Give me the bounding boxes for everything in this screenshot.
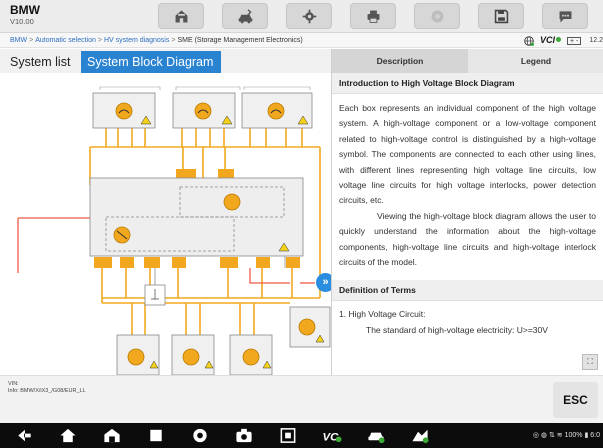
- component-box-bottom-1: [116, 334, 160, 375]
- vci-connection-label: VCI: [540, 33, 561, 48]
- app-title: BMW: [10, 3, 40, 17]
- home-nav-icon[interactable]: [58, 426, 78, 445]
- camera-icon[interactable]: [234, 426, 254, 445]
- settings-gear-icon: [302, 9, 316, 23]
- message-icon: [559, 10, 571, 22]
- breadcrumb-item-make[interactable]: BMW: [10, 37, 27, 44]
- vehicle-info-bar: VIN: Info: BMW/X/iX3_/G08/EUR_LL ESC: [0, 375, 603, 423]
- tab-system-block-diagram[interactable]: System Block Diagram: [81, 51, 221, 73]
- network-globe-icon: [524, 35, 534, 46]
- tab-description[interactable]: Description: [332, 49, 468, 73]
- browser-icon[interactable]: [190, 426, 210, 445]
- vci-manager-icon[interactable]: VC: [322, 426, 342, 445]
- top-toolbar: BMW V10.00: [0, 0, 603, 33]
- save-icon: [494, 9, 508, 23]
- term-1-text: The standard of high-voltage electricity…: [366, 324, 548, 335]
- terms-body: 1. High Voltage Circuit: The standard of…: [332, 301, 603, 338]
- intro-paragraph-1: Each box represents an individual compon…: [339, 103, 596, 206]
- breadcrumb-current: SME (Storage Management Electronics): [177, 37, 303, 44]
- vehicle-menu-icon: [238, 8, 252, 23]
- block-diagram-canvas: [17, 86, 331, 375]
- intro-paragraph-2: Viewing the high-voltage block diagram a…: [339, 210, 596, 268]
- breadcrumb: BMW > Automatic selection > HV system diagno…: [10, 33, 303, 48]
- fullscreen-icon[interactable]: ⛶: [582, 354, 598, 370]
- description-panel: Introduction to High Voltage Block Diagr…: [331, 73, 603, 375]
- expand-panel-button[interactable]: »: [316, 273, 331, 292]
- system-status-tray: ◎ ◍ ⇅ ≋ 100% ▮ 6:0: [532, 432, 600, 439]
- breadcrumb-separator: >: [29, 37, 34, 44]
- print-icon: [367, 10, 379, 23]
- vci-status-icon: [431, 10, 443, 22]
- component-ground-fuse: [144, 284, 166, 306]
- vehicle-info: VIN: Info: BMW/X/iX3_/G08/EUR_LL: [8, 381, 86, 395]
- esc-button[interactable]: ESC: [553, 382, 598, 418]
- connection-status: VCI + - 12.2: [524, 33, 603, 48]
- intro-body: Each box represents an individual compon…: [332, 94, 603, 270]
- component-box-top-2: [172, 92, 236, 129]
- android-nav-bar: VC ◎ ◍ ⇅ ≋ 100% ▮ 6:0: [0, 423, 603, 448]
- breadcrumb-item-selection[interactable]: Automatic selection: [35, 37, 96, 44]
- vehicle-menu-button[interactable]: [222, 3, 268, 29]
- vci-label: VCI: [539, 35, 555, 45]
- screen-capture-icon[interactable]: [278, 426, 298, 445]
- vehicle-battery-icon: + -: [567, 36, 582, 45]
- breadcrumb-separator: >: [171, 37, 176, 44]
- component-box-bottom-3: [229, 334, 273, 375]
- hv-block-diagram[interactable]: »: [0, 73, 331, 375]
- info-panel-tabs: Description Legend: [331, 49, 603, 73]
- component-box-bottom-2: [171, 334, 215, 375]
- tab-legend[interactable]: Legend: [468, 49, 603, 73]
- recent-apps-icon[interactable]: [146, 426, 166, 445]
- vehicle-connect-icon[interactable]: [366, 426, 386, 445]
- vehicle-info-text: Info: BMW/X/iX3_/G08/EUR_LL: [8, 388, 86, 394]
- terms-heading: Definition of Terms: [332, 280, 603, 302]
- battery-voltage: 12.2: [589, 37, 603, 44]
- breadcrumb-separator: >: [97, 37, 102, 44]
- tray-icons: ◎ ◍ ⇅ ≋: [532, 432, 565, 439]
- intro-heading: Introduction to High Voltage Block Diagr…: [332, 73, 603, 94]
- app-brand: BMW V10.00: [10, 4, 40, 26]
- print-button[interactable]: [350, 3, 396, 29]
- message-button[interactable]: [542, 3, 588, 29]
- home-button[interactable]: [158, 3, 204, 29]
- svg-text:VC: VC: [323, 431, 340, 443]
- settings-button[interactable]: [286, 3, 332, 29]
- back-arrow-icon[interactable]: [14, 426, 34, 445]
- tab-system-list[interactable]: System list: [4, 51, 76, 73]
- remote-support-icon[interactable]: [410, 426, 430, 445]
- save-button[interactable]: [478, 3, 524, 29]
- home-icon: [175, 10, 187, 22]
- breadcrumb-bar: BMW > Automatic selection > HV system diagno…: [0, 33, 603, 48]
- tray-battery: 100%: [564, 432, 583, 439]
- vci-status-button[interactable]: [414, 3, 460, 29]
- term-1-title: 1. High Voltage Circuit:: [339, 309, 426, 320]
- vci-connected-dot: [556, 37, 561, 42]
- tray-time: 6:0: [590, 432, 600, 439]
- component-box-right: [289, 306, 331, 348]
- breadcrumb-item-hv-diagnosis[interactable]: HV system diagnosis: [104, 37, 169, 44]
- component-box-center: [89, 177, 304, 257]
- vin-label: VIN:: [8, 381, 19, 387]
- diagram-tabs: System list System Block Diagram: [0, 49, 331, 73]
- component-box-top-1: [92, 92, 156, 129]
- autel-home-icon[interactable]: [102, 426, 122, 445]
- component-box-top-3: [241, 92, 313, 129]
- app-version: V10.00: [10, 17, 34, 26]
